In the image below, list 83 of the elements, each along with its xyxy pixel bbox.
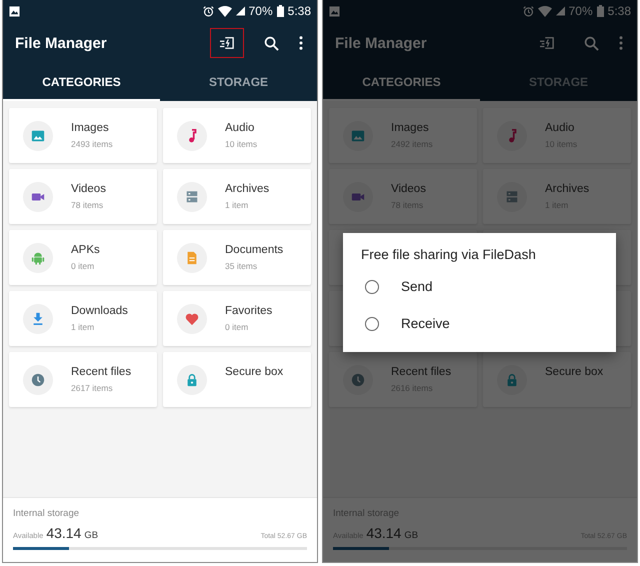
category-name: Secure box (225, 366, 284, 378)
alarm-clock-icon (522, 6, 534, 16)
file-share-button[interactable] (210, 28, 244, 58)
clock-icon (23, 364, 53, 394)
signal-icon (236, 6, 245, 16)
battery-percentage: 70% (568, 4, 593, 18)
share-transfer-icon (539, 36, 555, 50)
item-count: 2493 items (71, 139, 113, 149)
battery-icon (596, 5, 604, 17)
item-count: 0 item (225, 322, 250, 332)
category-card[interactable]: Documents 35 items (163, 230, 311, 285)
category-card[interactable]: Secure box (163, 352, 311, 407)
category-card[interactable]: Downloads 1 item (9, 291, 157, 346)
app-title: File Manager (335, 34, 427, 52)
category-card[interactable]: Audio 10 items (163, 108, 311, 163)
item-count: 0 item (71, 261, 96, 271)
share-transfer-icon (219, 36, 235, 50)
download-icon (23, 304, 53, 334)
document-icon (177, 242, 207, 272)
category-card[interactable]: Images 2493 items (9, 108, 157, 163)
item-count: 2617 items (71, 383, 114, 393)
android-robot-icon (23, 242, 53, 272)
lock-icon (177, 364, 207, 394)
item-count: 10 items (225, 139, 258, 149)
category-name: Archives (225, 183, 270, 195)
battery-icon (276, 5, 284, 17)
tab[interactable]: CATEGORIES (3, 64, 160, 101)
category-card[interactable]: Recent files 2617 items (9, 352, 157, 407)
category-name: Videos (71, 183, 106, 195)
category-name: Videos (391, 183, 426, 195)
available-amount: 43.14 (366, 525, 402, 541)
image-icon (343, 120, 373, 150)
more-options-icon[interactable] (299, 36, 303, 50)
category-name: Favorites (225, 305, 272, 317)
category-name: APKs (71, 244, 100, 256)
available-amount: 43.14 (46, 525, 82, 541)
alarm-clock-icon (202, 6, 214, 16)
radio-button[interactable] (365, 316, 379, 330)
category-name: Audio (225, 122, 256, 134)
storage-label: Internal storage (13, 508, 80, 519)
category-name: Archives (545, 183, 590, 195)
stacked-drawers-icon (177, 182, 207, 212)
wifi-icon (538, 6, 552, 16)
music-note-icon (177, 120, 207, 150)
battery-percentage: 70% (248, 4, 273, 18)
category-name: Recent files (71, 366, 132, 378)
video-camera-icon (343, 182, 373, 212)
clock-icon (343, 364, 373, 394)
app-title: File Manager (15, 34, 107, 52)
radio-option[interactable]: Send (361, 268, 598, 305)
clock-time: 5:38 (608, 4, 631, 18)
item-count: 35 items (225, 261, 258, 271)
search-icon[interactable] (264, 36, 279, 50)
category-name: Documents (225, 244, 284, 256)
signal-icon (556, 6, 565, 16)
category-card[interactable]: Favorites 0 item (163, 291, 311, 346)
category-name: Recent files (391, 366, 452, 378)
item-count: 78 items (71, 200, 104, 210)
music-note-icon (497, 120, 527, 150)
stacked-drawers-icon (497, 182, 527, 212)
category-name: Secure box (545, 366, 604, 378)
category-card[interactable]: Videos 78 items (9, 169, 157, 224)
lock-icon (497, 364, 527, 394)
category-name: Audio (545, 122, 576, 134)
radio-button[interactable] (365, 280, 379, 294)
wifi-icon (218, 6, 232, 16)
dialog-title: Free file sharing via FileDash (361, 247, 537, 262)
category-name: Images (391, 122, 430, 134)
item-count: 1 item (71, 322, 96, 332)
category-card[interactable]: APKs 0 item (9, 230, 157, 285)
category-name: Images (71, 122, 110, 134)
picture-notification-icon (329, 6, 340, 16)
radio-option[interactable]: Receive (361, 305, 598, 342)
picture-notification-icon (9, 6, 20, 16)
clock-time: 5:38 (288, 4, 311, 18)
category-card[interactable]: Archives 1 item (163, 169, 311, 224)
video-camera-icon (23, 182, 53, 212)
available-unit: GB (404, 530, 418, 541)
tab[interactable]: STORAGE (160, 64, 317, 101)
item-count: 1 item (225, 200, 250, 210)
available-unit: GB (84, 530, 98, 541)
category-name: Downloads (71, 305, 128, 317)
image-icon (23, 120, 53, 150)
